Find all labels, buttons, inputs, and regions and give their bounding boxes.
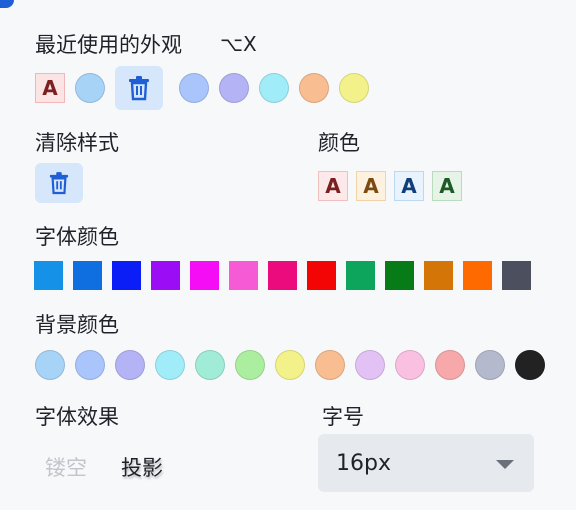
font-color-swatch[interactable] xyxy=(151,261,180,290)
bg-color-swatch[interactable] xyxy=(395,350,425,380)
font-color-swatch[interactable] xyxy=(424,261,453,290)
font-color-swatch[interactable] xyxy=(190,261,219,290)
font-color-swatch[interactable] xyxy=(346,261,375,290)
bg-color-swatch[interactable] xyxy=(475,350,505,380)
color-style-swatch[interactable]: A xyxy=(394,171,424,201)
clear-style-button[interactable] xyxy=(35,163,83,203)
style-letter: A xyxy=(325,174,341,198)
bg-color-swatch[interactable] xyxy=(155,350,185,380)
recent-shortcut: ⌥X xyxy=(220,32,257,56)
shadow-effect-button[interactable]: 投影 xyxy=(121,452,163,482)
style-letter: A xyxy=(363,174,379,198)
font-color-swatch[interactable] xyxy=(112,261,141,290)
bg-color-swatch[interactable] xyxy=(275,350,305,380)
color-style-swatch[interactable]: A xyxy=(356,171,386,201)
font-color-swatch[interactable] xyxy=(307,261,336,290)
font-size-label: 字号 xyxy=(322,405,364,429)
bg-color-row xyxy=(35,350,555,380)
font-color-swatch[interactable] xyxy=(268,261,297,290)
trash-icon xyxy=(129,76,149,101)
recent-color-swatch[interactable] xyxy=(259,73,289,103)
font-color-swatch[interactable] xyxy=(385,261,414,290)
style-letter: A xyxy=(42,76,58,100)
hollow-effect-button[interactable]: 镂空 xyxy=(45,452,87,482)
clear-recent-button[interactable] xyxy=(115,66,163,110)
font-color-label: 字体颜色 xyxy=(35,225,119,249)
clear-style-container xyxy=(35,163,83,203)
color-label: 颜色 xyxy=(318,131,360,155)
recent-color-swatch[interactable] xyxy=(179,73,209,103)
bg-color-swatch[interactable] xyxy=(315,350,345,380)
bg-color-swatch[interactable] xyxy=(195,350,225,380)
trash-icon xyxy=(49,172,69,195)
font-size-value: 16px xyxy=(336,450,391,476)
recent-color-swatch[interactable] xyxy=(299,73,329,103)
clear-style-label: 清除样式 xyxy=(35,131,119,155)
font-color-swatch[interactable] xyxy=(463,261,492,290)
font-color-swatch[interactable] xyxy=(34,261,63,290)
color-style-swatch[interactable]: A xyxy=(432,171,462,201)
recent-color-swatch[interactable] xyxy=(75,73,105,103)
recent-label: 最近使用的外观 xyxy=(35,33,182,57)
recent-color-swatch[interactable] xyxy=(339,73,369,103)
font-color-swatch[interactable] xyxy=(229,261,258,290)
font-color-row xyxy=(34,261,541,290)
color-style-swatch[interactable]: A xyxy=(318,171,348,201)
bg-color-swatch[interactable] xyxy=(355,350,385,380)
style-letter: A xyxy=(439,174,455,198)
bg-color-label: 背景颜色 xyxy=(35,313,119,337)
recent-colors xyxy=(179,73,379,103)
recent-color-swatch[interactable] xyxy=(219,73,249,103)
bg-color-swatch[interactable] xyxy=(515,350,545,380)
color-style-row: AAAA xyxy=(318,171,470,201)
font-size-select[interactable]: 16px xyxy=(318,434,534,492)
font-color-swatch[interactable] xyxy=(502,261,531,290)
style-letter: A xyxy=(401,174,417,198)
bg-color-swatch[interactable] xyxy=(115,350,145,380)
bg-color-swatch[interactable] xyxy=(75,350,105,380)
chevron-down-icon xyxy=(496,460,514,469)
recent-style-swatch[interactable]: A xyxy=(35,73,65,103)
text-style-panel: 最近使用的外观 ⌥X A 清除样式 颜色 A A A A 字体颜色 背景颜色 字… xyxy=(0,0,576,510)
bg-color-swatch[interactable] xyxy=(235,350,265,380)
recent-row: A xyxy=(35,66,379,110)
bg-color-swatch[interactable] xyxy=(435,350,465,380)
font-effect-label: 字体效果 xyxy=(35,405,119,429)
bg-color-swatch[interactable] xyxy=(35,350,65,380)
font-color-swatch[interactable] xyxy=(73,261,102,290)
